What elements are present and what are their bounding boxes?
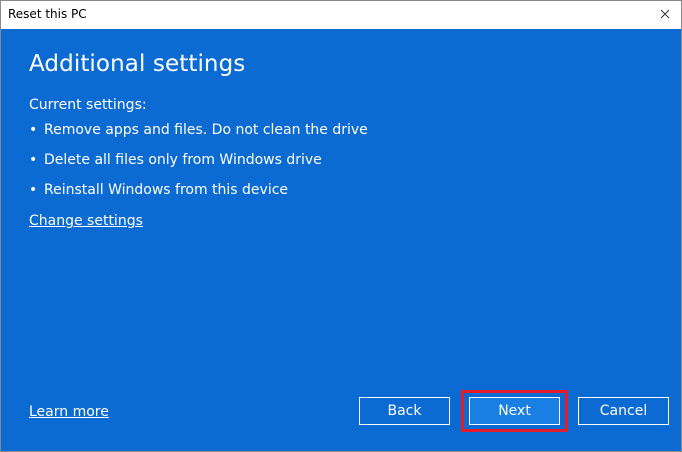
- list-item: • Reinstall Windows from this device: [29, 182, 368, 212]
- list-item: • Delete all files only from Windows dri…: [29, 152, 368, 182]
- change-settings-link[interactable]: Change settings: [29, 213, 143, 229]
- current-settings-list: • Remove apps and files. Do not clean th…: [29, 122, 368, 212]
- cancel-button[interactable]: Cancel: [578, 397, 669, 425]
- title-bar: Reset this PC: [1, 1, 681, 29]
- setting-text: Delete all files only from Windows drive: [44, 152, 322, 168]
- dialog-content: Additional settings Current settings: • …: [1, 29, 681, 451]
- setting-text: Remove apps and files. Do not clean the …: [44, 122, 368, 138]
- setting-text: Reinstall Windows from this device: [44, 182, 289, 198]
- bullet-icon: •: [29, 182, 38, 198]
- window-title: Reset this PC: [8, 7, 87, 21]
- close-icon: [660, 9, 670, 19]
- back-button[interactable]: Back: [359, 397, 450, 425]
- bullet-icon: •: [29, 152, 38, 168]
- page-title: Additional settings: [29, 51, 246, 77]
- learn-more-link[interactable]: Learn more: [29, 404, 109, 420]
- bullet-icon: •: [29, 122, 38, 138]
- next-button[interactable]: Next: [468, 396, 561, 426]
- close-button[interactable]: [653, 1, 677, 27]
- list-item: • Remove apps and files. Do not clean th…: [29, 122, 368, 152]
- reset-pc-window: Reset this PC Additional settings Curren…: [0, 0, 682, 452]
- current-settings-label: Current settings:: [29, 97, 147, 113]
